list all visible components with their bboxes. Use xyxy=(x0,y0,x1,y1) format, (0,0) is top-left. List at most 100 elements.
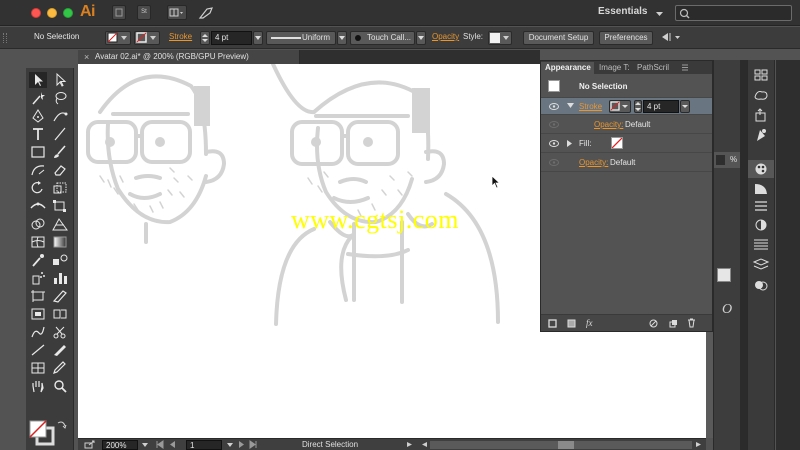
fill-stroke-swatches[interactable] xyxy=(29,420,55,446)
rotate-tool-icon[interactable] xyxy=(29,180,47,196)
selection-tool-icon[interactable] xyxy=(29,72,47,88)
puppet-warp-tool-icon[interactable] xyxy=(29,324,47,340)
eye-icon[interactable] xyxy=(549,159,559,166)
minimize-window-button[interactable] xyxy=(47,8,57,18)
symbol-sprayer-tool-icon[interactable] xyxy=(29,270,47,286)
expand-down-icon[interactable] xyxy=(567,103,574,109)
stock-icon[interactable]: St xyxy=(137,5,151,20)
bridge-icon[interactable] xyxy=(112,5,126,20)
fill-row[interactable]: Fill: xyxy=(541,134,712,153)
stroke-weight-dropdown[interactable] xyxy=(253,31,263,45)
eye-icon[interactable] xyxy=(549,103,559,110)
magic-wand-tool-icon[interactable] xyxy=(29,90,47,106)
fill-opacity-row[interactable]: Opacity: Default xyxy=(541,153,712,172)
slice-tool-icon[interactable] xyxy=(51,288,69,304)
graphic-style-swatch[interactable] xyxy=(488,31,512,45)
document-setup-button[interactable]: Document Setup xyxy=(523,31,594,45)
stroke-row-label[interactable]: Stroke xyxy=(579,102,602,111)
width-tool-icon[interactable] xyxy=(29,198,47,214)
share-icon[interactable] xyxy=(84,440,96,450)
document-tab[interactable]: × Avatar 02.ai* @ 200% (RGB/GPU Preview) xyxy=(78,50,300,64)
brush-definition-dropdown[interactable]: Touch Call... xyxy=(350,31,415,45)
stroke-row-stepper[interactable] xyxy=(634,100,642,113)
opacity-label[interactable]: Opacity xyxy=(432,31,459,45)
asset-export-icon[interactable] xyxy=(752,108,770,122)
zoom-window-button[interactable] xyxy=(63,8,73,18)
perspective-grid-tool-icon[interactable] xyxy=(51,216,69,232)
stroke-label[interactable]: Stroke xyxy=(169,31,192,45)
layers-panel-icon[interactable] xyxy=(752,258,770,272)
brushes-icon-slot[interactable] xyxy=(748,160,774,178)
line-segment-tool-icon[interactable] xyxy=(51,126,69,142)
align-panel-icon[interactable] xyxy=(752,238,770,252)
pen-tool-icon[interactable] xyxy=(29,108,47,124)
panel-close-icon[interactable] xyxy=(681,63,689,72)
eyedropper-tool-icon[interactable] xyxy=(29,252,47,268)
stroke-panel-icon[interactable] xyxy=(752,200,770,214)
artboard-nav-prev[interactable] xyxy=(155,440,183,450)
free-transform-tool-icon[interactable] xyxy=(51,198,69,214)
brush-chevron-icon[interactable] xyxy=(416,31,426,45)
lasso-tool-icon[interactable] xyxy=(51,90,69,106)
scroll-left-icon[interactable] xyxy=(420,440,428,450)
dock-color-swatch[interactable] xyxy=(717,268,731,282)
scroll-right-icon[interactable] xyxy=(695,440,703,450)
search-field[interactable] xyxy=(675,5,792,21)
mesh-tool-icon[interactable] xyxy=(29,234,47,250)
stroke-swatch[interactable] xyxy=(134,31,160,45)
stroke-opacity-label[interactable]: Opacity: xyxy=(594,120,623,129)
swap-fill-stroke-icon[interactable] xyxy=(57,420,67,430)
artboard-tool-alt-icon[interactable] xyxy=(29,306,47,322)
horizontal-scrollbar[interactable] xyxy=(430,441,692,449)
tab-appearance[interactable]: Appearance xyxy=(541,62,594,74)
arrange-documents-icon[interactable] xyxy=(167,5,187,20)
fill-opacity-label[interactable]: Opacity: xyxy=(579,158,608,167)
stroke-row[interactable]: Stroke 4 pt xyxy=(541,98,712,115)
trash-icon[interactable] xyxy=(687,318,696,328)
chevron-down-icon[interactable] xyxy=(656,10,663,16)
libraries-icon[interactable] xyxy=(752,88,770,102)
align-options-icon[interactable] xyxy=(660,31,684,45)
zoom-level-field[interactable]: 200% xyxy=(102,440,138,450)
scissors-tool-icon[interactable] xyxy=(51,324,69,340)
zoom-dropdown-icon[interactable] xyxy=(141,440,149,450)
eye-icon[interactable] xyxy=(549,121,559,128)
horizontal-scroll-thumb[interactable] xyxy=(558,441,574,449)
eye-icon[interactable] xyxy=(549,140,559,147)
fill-swatch[interactable] xyxy=(105,31,131,45)
knife-tool-icon[interactable] xyxy=(51,342,69,358)
fill-row-swatch[interactable] xyxy=(611,137,623,149)
line-tool-icon[interactable] xyxy=(29,342,47,358)
swatches-grid-icon[interactable] xyxy=(752,68,770,82)
rectangle-tool-icon[interactable] xyxy=(29,144,47,160)
type-tool-icon[interactable] xyxy=(29,126,47,142)
gradient-panel-icon[interactable] xyxy=(752,182,770,196)
artboard-number-field[interactable]: 1 xyxy=(186,440,222,450)
close-window-button[interactable] xyxy=(31,8,41,18)
symbols-icon[interactable] xyxy=(752,128,770,142)
zoom-tool-icon[interactable] xyxy=(51,378,69,394)
stroke-row-dropdown[interactable] xyxy=(680,100,690,113)
pathfinder-icon[interactable] xyxy=(752,278,770,292)
dock-swatch-slot[interactable]: % xyxy=(714,152,741,168)
artboard-tool-icon[interactable] xyxy=(29,288,47,304)
tab-pathscribe[interactable]: PathScril xyxy=(637,62,669,74)
blend-tool-icon[interactable] xyxy=(51,252,69,268)
clear-appearance-icon[interactable] xyxy=(649,319,658,328)
rectangle-grid-tool-icon[interactable] xyxy=(29,360,47,376)
paintbrush-tool-icon[interactable] xyxy=(51,144,69,160)
slice-select-tool-icon[interactable] xyxy=(51,306,69,322)
eraser-tool-icon[interactable] xyxy=(51,162,69,178)
stroke-row-weight[interactable]: 4 pt xyxy=(643,100,679,113)
shaper-tool-icon[interactable] xyxy=(29,162,47,178)
tab-image-trace[interactable]: Image T: xyxy=(599,62,630,74)
duplicate-item-icon[interactable] xyxy=(669,319,678,328)
column-graph-tool-icon[interactable] xyxy=(51,270,69,286)
hand-tool-icon[interactable] xyxy=(29,378,47,394)
gpu-performance-icon[interactable] xyxy=(198,6,214,20)
opacity-panel-icon[interactable]: O xyxy=(722,302,732,318)
add-effect-icon[interactable]: fx xyxy=(586,318,593,328)
shape-builder-tool-icon[interactable] xyxy=(29,216,47,232)
stroke-weight-input[interactable]: 4 pt xyxy=(211,31,252,45)
stroke-weight-stepper[interactable] xyxy=(200,31,210,45)
